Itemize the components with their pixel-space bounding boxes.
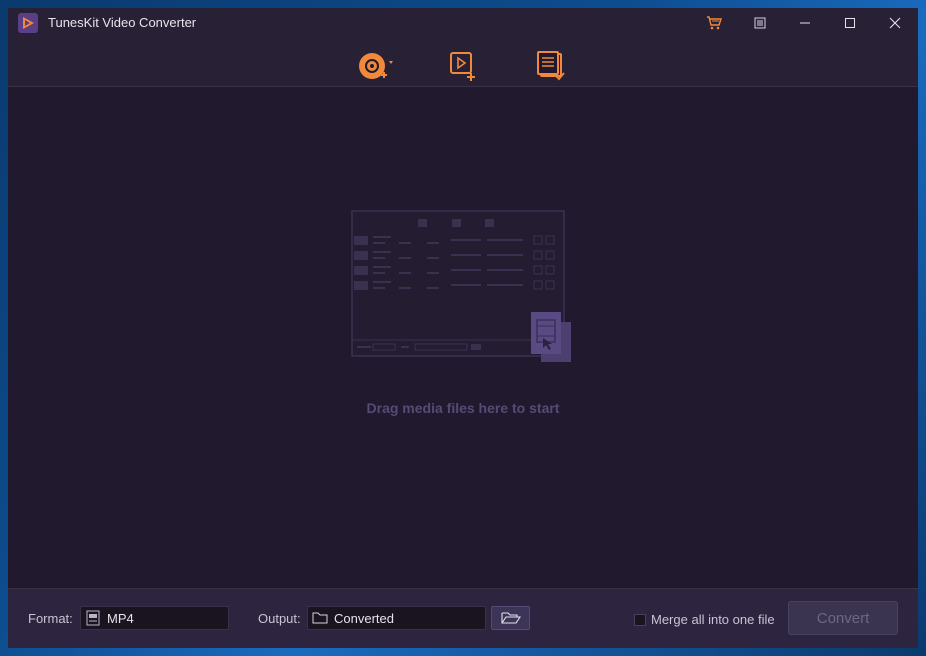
load-disc-button[interactable] (354, 48, 394, 84)
add-files-button[interactable] (442, 48, 482, 84)
format-file-icon (85, 610, 101, 626)
close-icon[interactable] (884, 12, 906, 34)
minimize-icon[interactable] (794, 12, 816, 34)
format-label: Format: (28, 611, 73, 626)
app-window: TunesKit Video Converter Drag media file… (8, 8, 918, 648)
window-title: TunesKit Video Converter (48, 15, 197, 30)
bottom-bar: Format: MP4 Output: Converted Merge all … (8, 588, 918, 648)
load-disc-icon (359, 53, 393, 79)
format-selector[interactable]: MP4 (80, 606, 229, 630)
folder-icon (312, 610, 328, 626)
merge-checkbox[interactable] (634, 613, 646, 626)
output-path-field[interactable]: Converted (307, 606, 486, 630)
merge-label: Merge all into one file (651, 612, 775, 627)
maximize-icon[interactable] (839, 12, 861, 34)
merge-option[interactable]: Merge all into one file (634, 612, 775, 627)
output-path-value: Converted (334, 610, 394, 626)
cart-icon[interactable] (703, 12, 725, 34)
title-bar: TunesKit Video Converter (8, 8, 918, 38)
converted-history-icon (537, 51, 565, 81)
add-files-icon (450, 52, 475, 81)
converted-history-button[interactable] (530, 48, 570, 84)
format-value: MP4 (107, 610, 134, 626)
open-folder-icon (500, 612, 521, 624)
drop-hint-text: Drag media files here to start (366, 400, 560, 416)
convert-button[interactable]: Convert (788, 601, 898, 635)
output-label: Output: (258, 611, 301, 626)
browse-folder-button[interactable] (491, 606, 530, 630)
drop-area[interactable]: Drag media files here to start (8, 88, 918, 588)
app-logo-icon (18, 13, 38, 33)
toolbar (8, 38, 918, 87)
menu-icon[interactable] (749, 12, 771, 34)
drop-illustration (351, 210, 573, 365)
